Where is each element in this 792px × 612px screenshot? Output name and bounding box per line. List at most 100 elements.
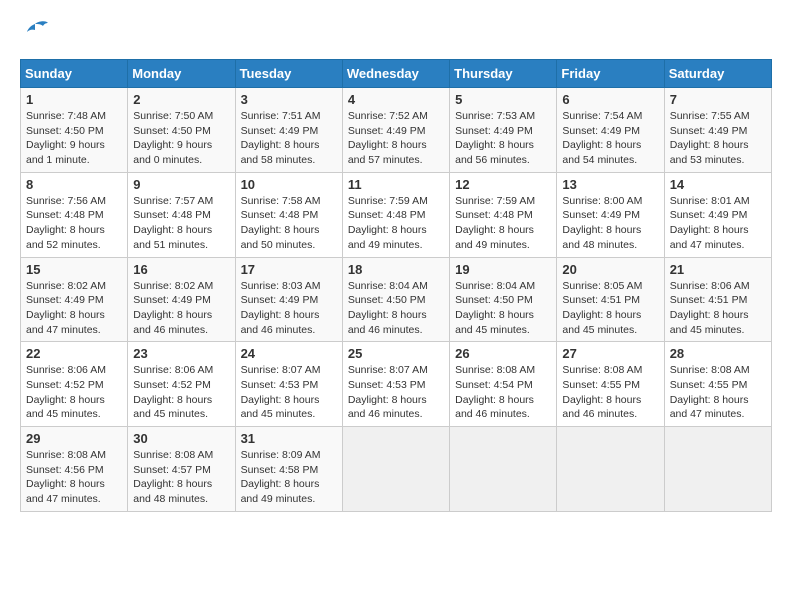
calendar-cell: 14 Sunrise: 8:01 AM Sunset: 4:49 PM Dayl… [664,172,771,257]
daylight-label: Daylight: [26,478,67,490]
daylight-label: Daylight: [455,309,496,321]
calendar-cell [342,427,449,512]
sunset-label: Sunset: [26,125,62,137]
sunset-label: Sunset: [562,125,598,137]
sunrise-label: Sunrise: [133,280,172,292]
sunset-label: Sunset: [241,209,277,221]
sunset-label: Sunset: [133,294,169,306]
week-row-1: 1 Sunrise: 7:48 AM Sunset: 4:50 PM Dayli… [21,88,772,173]
sunset-label: Sunset: [348,125,384,137]
daylight-label: Daylight: [562,139,603,151]
sunrise-label: Sunrise: [348,110,387,122]
header-day-monday: Monday [128,60,235,88]
calendar-cell: 23 Sunrise: 8:06 AM Sunset: 4:52 PM Dayl… [128,342,235,427]
daylight-label: Daylight: [133,309,174,321]
day-number: 12 [455,177,551,192]
daylight-label: Daylight: [562,224,603,236]
calendar-header: SundayMondayTuesdayWednesdayThursdayFrid… [21,60,772,88]
day-detail: Sunrise: 7:58 AM Sunset: 4:48 PM Dayligh… [241,194,337,253]
sunrise-label: Sunrise: [26,195,65,207]
sunset-label: Sunset: [26,464,62,476]
calendar-cell: 27 Sunrise: 8:08 AM Sunset: 4:55 PM Dayl… [557,342,664,427]
daylight-label: Daylight: [241,139,282,151]
header-day-wednesday: Wednesday [342,60,449,88]
header-day-saturday: Saturday [664,60,771,88]
day-number: 9 [133,177,229,192]
day-number: 1 [26,92,122,107]
day-number: 20 [562,262,658,277]
sunset-label: Sunset: [241,379,277,391]
sunrise-label: Sunrise: [670,195,709,207]
sunrise-label: Sunrise: [455,280,494,292]
day-number: 7 [670,92,766,107]
sunrise-label: Sunrise: [241,280,280,292]
page-header [20,20,772,49]
calendar-cell: 18 Sunrise: 8:04 AM Sunset: 4:50 PM Dayl… [342,257,449,342]
sunrise-label: Sunrise: [241,449,280,461]
sunset-label: Sunset: [133,464,169,476]
day-detail: Sunrise: 7:59 AM Sunset: 4:48 PM Dayligh… [348,194,444,253]
sunrise-label: Sunrise: [26,280,65,292]
calendar-cell: 1 Sunrise: 7:48 AM Sunset: 4:50 PM Dayli… [21,88,128,173]
calendar-table: SundayMondayTuesdayWednesdayThursdayFrid… [20,59,772,512]
calendar-cell: 15 Sunrise: 8:02 AM Sunset: 4:49 PM Dayl… [21,257,128,342]
daylight-label: Daylight: [26,224,67,236]
day-detail: Sunrise: 8:04 AM Sunset: 4:50 PM Dayligh… [455,279,551,338]
daylight-label: Daylight: [133,478,174,490]
sunrise-label: Sunrise: [562,195,601,207]
calendar-cell: 16 Sunrise: 8:02 AM Sunset: 4:49 PM Dayl… [128,257,235,342]
day-number: 26 [455,346,551,361]
sunset-label: Sunset: [26,379,62,391]
sunrise-label: Sunrise: [241,110,280,122]
day-detail: Sunrise: 7:53 AM Sunset: 4:49 PM Dayligh… [455,109,551,168]
day-detail: Sunrise: 7:51 AM Sunset: 4:49 PM Dayligh… [241,109,337,168]
day-number: 15 [26,262,122,277]
header-day-tuesday: Tuesday [235,60,342,88]
sunrise-label: Sunrise: [133,449,172,461]
sunset-label: Sunset: [133,379,169,391]
sunrise-label: Sunrise: [348,280,387,292]
daylight-label: Daylight: [455,139,496,151]
day-number: 4 [348,92,444,107]
sunset-label: Sunset: [455,125,491,137]
day-detail: Sunrise: 8:08 AM Sunset: 4:55 PM Dayligh… [670,363,766,422]
calendar-cell: 22 Sunrise: 8:06 AM Sunset: 4:52 PM Dayl… [21,342,128,427]
sunrise-label: Sunrise: [348,195,387,207]
day-detail: Sunrise: 7:59 AM Sunset: 4:48 PM Dayligh… [455,194,551,253]
day-detail: Sunrise: 7:52 AM Sunset: 4:49 PM Dayligh… [348,109,444,168]
daylight-label: Daylight: [670,139,711,151]
sunrise-label: Sunrise: [241,364,280,376]
sunrise-label: Sunrise: [670,110,709,122]
sunrise-label: Sunrise: [455,364,494,376]
daylight-label: Daylight: [133,139,174,151]
daylight-label: Daylight: [348,394,389,406]
day-detail: Sunrise: 8:05 AM Sunset: 4:51 PM Dayligh… [562,279,658,338]
daylight-label: Daylight: [26,394,67,406]
day-number: 10 [241,177,337,192]
sunset-label: Sunset: [133,125,169,137]
sunset-label: Sunset: [241,464,277,476]
calendar-cell: 4 Sunrise: 7:52 AM Sunset: 4:49 PM Dayli… [342,88,449,173]
daylight-label: Daylight: [455,224,496,236]
week-row-3: 15 Sunrise: 8:02 AM Sunset: 4:49 PM Dayl… [21,257,772,342]
sunrise-label: Sunrise: [455,110,494,122]
day-detail: Sunrise: 8:01 AM Sunset: 4:49 PM Dayligh… [670,194,766,253]
day-detail: Sunrise: 8:09 AM Sunset: 4:58 PM Dayligh… [241,448,337,507]
day-number: 5 [455,92,551,107]
day-number: 19 [455,262,551,277]
day-detail: Sunrise: 7:54 AM Sunset: 4:49 PM Dayligh… [562,109,658,168]
calendar-cell: 6 Sunrise: 7:54 AM Sunset: 4:49 PM Dayli… [557,88,664,173]
header-day-thursday: Thursday [450,60,557,88]
sunrise-label: Sunrise: [133,110,172,122]
daylight-label: Daylight: [670,224,711,236]
daylight-label: Daylight: [241,309,282,321]
daylight-label: Daylight: [348,309,389,321]
sunrise-label: Sunrise: [26,110,65,122]
calendar-cell: 8 Sunrise: 7:56 AM Sunset: 4:48 PM Dayli… [21,172,128,257]
week-row-4: 22 Sunrise: 8:06 AM Sunset: 4:52 PM Dayl… [21,342,772,427]
calendar-cell: 30 Sunrise: 8:08 AM Sunset: 4:57 PM Dayl… [128,427,235,512]
sunset-label: Sunset: [670,379,706,391]
day-number: 31 [241,431,337,446]
day-number: 16 [133,262,229,277]
calendar-cell: 7 Sunrise: 7:55 AM Sunset: 4:49 PM Dayli… [664,88,771,173]
